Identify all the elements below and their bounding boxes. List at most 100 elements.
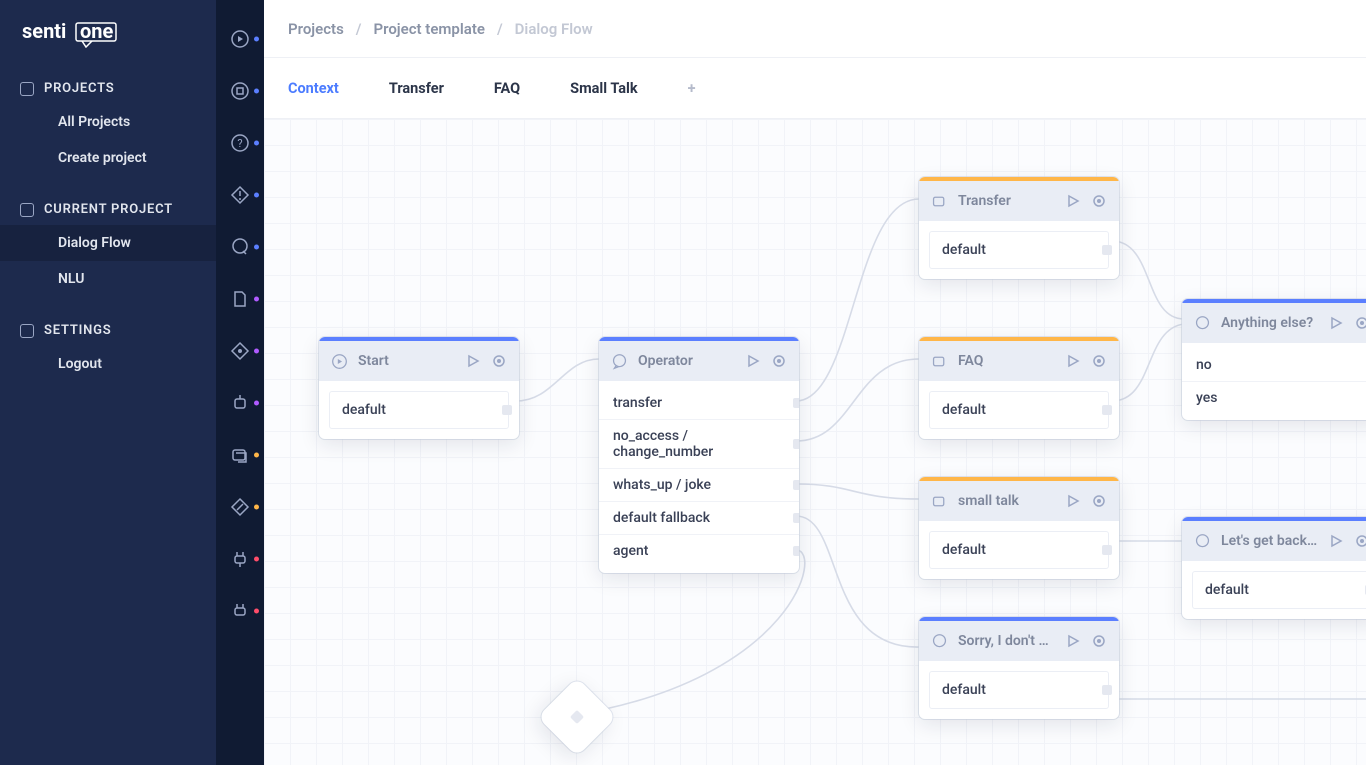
section-current-project: CURRENT PROJECT [0, 194, 216, 225]
section-title: SETTINGS [44, 323, 111, 338]
node-title: Operator [638, 353, 735, 369]
node-output[interactable]: no [1182, 349, 1366, 382]
rail-route-icon[interactable] [229, 340, 251, 362]
node-output[interactable]: default [929, 391, 1109, 429]
rail-chat-icon[interactable] [229, 236, 251, 258]
tab-transfer[interactable]: Transfer [389, 80, 444, 97]
breadcrumb-item[interactable]: Project template [374, 20, 485, 38]
node-output[interactable]: whats_up / joke [599, 469, 799, 502]
node-small-talk[interactable]: small talk default [919, 477, 1119, 579]
stack-icon [931, 353, 948, 370]
gear-icon[interactable] [771, 353, 787, 369]
play-icon[interactable] [745, 353, 761, 369]
chat-icon [1194, 315, 1211, 332]
gear-icon[interactable] [1091, 193, 1107, 209]
section-settings: SETTINGS [0, 315, 216, 346]
rail-plug-icon[interactable] [229, 548, 251, 570]
play-icon[interactable] [465, 353, 481, 369]
section-projects: PROJECTS [0, 73, 216, 104]
node-output[interactable]: transfer [599, 387, 799, 420]
tab-context[interactable]: Context [288, 80, 339, 97]
play-icon[interactable] [1065, 493, 1081, 509]
gear-icon[interactable] [1091, 633, 1107, 649]
node-output[interactable]: no_access / change_number [599, 420, 799, 469]
node-back-to-business[interactable]: Let's get back to business default [1182, 517, 1366, 619]
node-title: Start [358, 353, 455, 369]
node-condition[interactable] [537, 677, 616, 756]
node-anything-else[interactable]: Anything else? no yes [1182, 299, 1366, 420]
play-icon[interactable] [1065, 193, 1081, 209]
node-title: FAQ [958, 353, 1055, 369]
rail-warn-icon[interactable] [229, 184, 251, 206]
rail-file-icon[interactable] [229, 288, 251, 310]
rail-stop-icon[interactable] [229, 80, 251, 102]
node-title: Sorry, I don't understand... [958, 633, 1055, 649]
svg-text:one: one [80, 20, 114, 43]
breadcrumb-current: Dialog Flow [515, 20, 593, 38]
node-output[interactable]: default fallback [599, 502, 799, 535]
play-icon[interactable] [1065, 353, 1081, 369]
gear-icon[interactable] [491, 353, 507, 369]
stack-icon [931, 193, 948, 210]
sidebar-item-logout[interactable]: Logout [0, 346, 216, 382]
node-output[interactable]: default [929, 531, 1109, 569]
rail-stack-icon[interactable] [229, 444, 251, 466]
rail-plug2-icon[interactable] [229, 600, 251, 622]
folder-icon [20, 82, 34, 96]
node-output[interactable]: default [1192, 571, 1366, 609]
node-sorry[interactable]: Sorry, I don't understand... default [919, 617, 1119, 719]
node-output[interactable]: default [929, 231, 1109, 269]
tab-small-talk[interactable]: Small Talk [570, 80, 637, 97]
section-title: CURRENT PROJECT [44, 202, 173, 217]
play-icon[interactable] [1065, 633, 1081, 649]
node-title: Anything else? [1221, 315, 1318, 331]
sidebar-main: senti one PROJECTS All Projects Create p… [0, 0, 216, 765]
node-output[interactable]: deafult [329, 391, 509, 429]
node-operator[interactable]: Operator transfer no_access / change_num… [599, 337, 799, 573]
folder-icon [20, 203, 34, 217]
breadcrumb-sep: / [356, 20, 362, 38]
rail-compass-icon[interactable] [229, 496, 251, 518]
node-output[interactable]: default [929, 671, 1109, 709]
gear-icon [20, 324, 34, 338]
section-title: PROJECTS [44, 81, 115, 96]
svg-text:senti: senti [22, 20, 66, 43]
node-output[interactable]: yes [1182, 382, 1366, 414]
node-start[interactable]: Start deafult [319, 337, 519, 439]
flow-connectors [264, 119, 1366, 765]
play-icon[interactable] [1328, 533, 1344, 549]
tab-add[interactable]: + [688, 80, 696, 97]
node-title: Let's get back to business [1221, 533, 1318, 549]
tab-faq[interactable]: FAQ [494, 80, 520, 97]
play-icon[interactable] [1328, 315, 1344, 331]
sidebar-item-dialog-flow[interactable]: Dialog Flow [0, 225, 216, 261]
chat-icon [1194, 533, 1211, 550]
rail-help-icon[interactable]: ? [229, 132, 251, 154]
sidebar-item-all-projects[interactable]: All Projects [0, 104, 216, 140]
gear-icon[interactable] [1354, 315, 1366, 331]
tool-rail: ? [216, 0, 264, 765]
node-title: small talk [958, 493, 1055, 509]
stack-icon [931, 493, 948, 510]
gear-icon[interactable] [1091, 353, 1107, 369]
node-transfer[interactable]: Transfer default [919, 177, 1119, 279]
node-faq[interactable]: FAQ default [919, 337, 1119, 439]
tabs: Context Transfer FAQ Small Talk + [264, 57, 1366, 119]
chat-icon [931, 633, 948, 650]
node-output[interactable]: agent [599, 535, 799, 567]
breadcrumb: Projects / Project template / Dialog Flo… [264, 0, 1366, 57]
rail-play-icon[interactable] [229, 28, 251, 50]
flow-canvas[interactable]: Start deafult Operator transfer no_acces… [264, 119, 1366, 765]
svg-text:?: ? [237, 137, 242, 150]
breadcrumb-item[interactable]: Projects [288, 20, 344, 38]
node-title: Transfer [958, 193, 1055, 209]
breadcrumb-sep: / [497, 20, 503, 38]
workspace: Projects / Project template / Dialog Flo… [264, 0, 1366, 765]
rail-bot-icon[interactable] [229, 392, 251, 414]
app-logo: senti one [22, 20, 216, 48]
gear-icon[interactable] [1091, 493, 1107, 509]
play-circle-icon [331, 353, 348, 370]
sidebar-item-nlu[interactable]: NLU [0, 261, 216, 297]
sidebar-item-create-project[interactable]: Create project [0, 140, 216, 176]
gear-icon[interactable] [1354, 533, 1366, 549]
